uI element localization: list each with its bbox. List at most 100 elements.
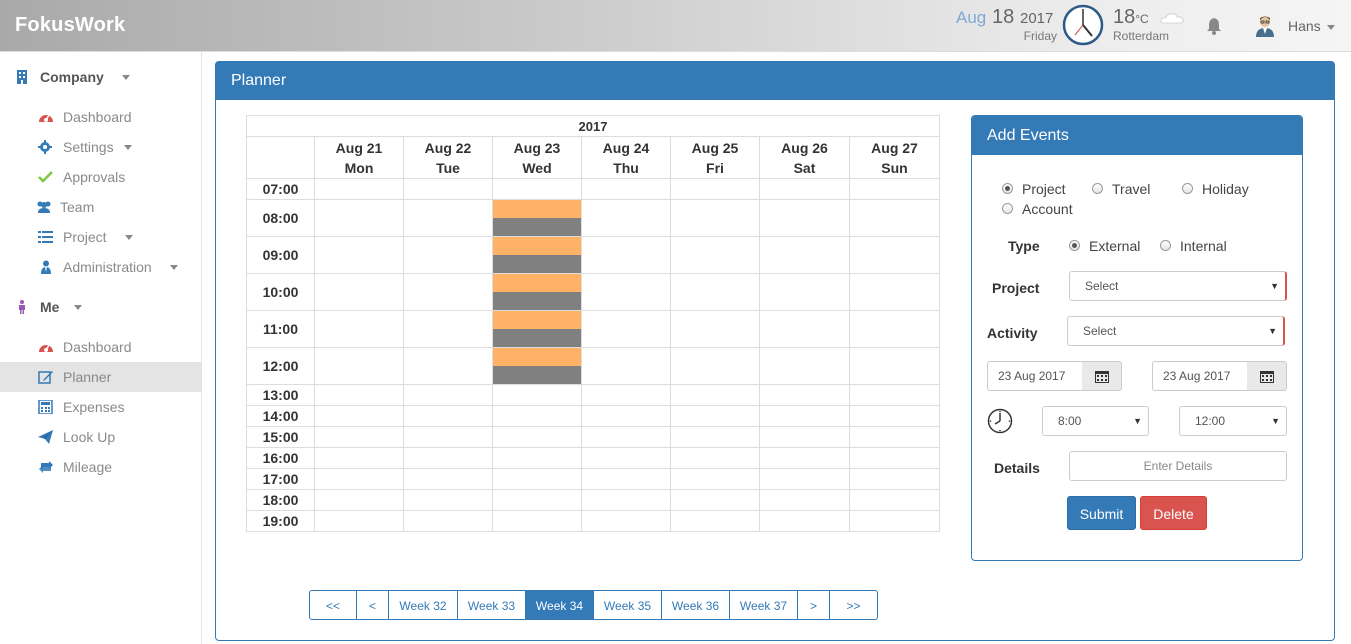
time-slot[interactable] bbox=[670, 199, 760, 237]
time-slot[interactable] bbox=[759, 384, 850, 406]
page-week-37[interactable]: Week 37 bbox=[729, 590, 798, 620]
time-slot[interactable] bbox=[759, 426, 850, 448]
time-slot[interactable] bbox=[314, 426, 404, 448]
time-slot[interactable] bbox=[492, 468, 582, 490]
time-slot[interactable] bbox=[670, 178, 760, 200]
user-menu[interactable]: Hans bbox=[1288, 18, 1335, 34]
time-slot[interactable] bbox=[849, 310, 940, 348]
page-first-button[interactable]: << bbox=[309, 590, 357, 620]
radio-project[interactable] bbox=[1002, 183, 1013, 194]
time-slot[interactable] bbox=[403, 347, 493, 385]
time-slot[interactable] bbox=[492, 426, 582, 448]
brand-logo[interactable]: FokusWork bbox=[15, 14, 125, 37]
time-slot[interactable] bbox=[581, 447, 671, 469]
time-slot[interactable] bbox=[492, 489, 582, 511]
time-slot[interactable] bbox=[849, 199, 940, 237]
time-slot[interactable] bbox=[492, 384, 582, 406]
time-slot[interactable] bbox=[759, 273, 850, 311]
page-next-button[interactable]: > bbox=[797, 590, 830, 620]
page-week-35[interactable]: Week 35 bbox=[593, 590, 662, 620]
page-week-34[interactable]: Week 34 bbox=[525, 590, 594, 620]
time-slot[interactable] bbox=[314, 178, 404, 200]
radio-account[interactable] bbox=[1002, 203, 1013, 214]
time-slot[interactable] bbox=[581, 199, 671, 237]
time-slot[interactable] bbox=[670, 426, 760, 448]
time-slot[interactable] bbox=[849, 426, 940, 448]
radio-external[interactable] bbox=[1069, 240, 1080, 251]
avatar[interactable] bbox=[1255, 15, 1275, 37]
time-slot[interactable] bbox=[759, 447, 850, 469]
time-slot[interactable] bbox=[581, 178, 671, 200]
time-slot[interactable] bbox=[403, 405, 493, 427]
time-slot[interactable] bbox=[403, 447, 493, 469]
time-slot[interactable] bbox=[670, 447, 760, 469]
time-slot[interactable] bbox=[314, 236, 404, 274]
sidebar-item-planner[interactable]: Planner bbox=[0, 362, 202, 392]
start-date-input[interactable]: 23 Aug 2017 bbox=[987, 361, 1083, 391]
time-slot[interactable] bbox=[759, 347, 850, 385]
time-slot[interactable] bbox=[849, 489, 940, 511]
time-slot[interactable] bbox=[403, 199, 493, 237]
time-slot[interactable] bbox=[314, 468, 404, 490]
event-block[interactable] bbox=[492, 236, 582, 274]
time-slot[interactable] bbox=[849, 510, 940, 532]
page-week-33[interactable]: Week 33 bbox=[457, 590, 526, 620]
event-segment[interactable] bbox=[493, 237, 581, 255]
sidebar-item-settings[interactable]: Settings bbox=[0, 132, 202, 162]
time-slot[interactable] bbox=[314, 447, 404, 469]
submit-button[interactable]: Submit bbox=[1067, 496, 1136, 530]
event-segment[interactable] bbox=[493, 348, 581, 366]
time-slot[interactable] bbox=[492, 447, 582, 469]
start-time-select[interactable]: 8:00 ▼ bbox=[1042, 406, 1149, 436]
sidebar-section-me[interactable]: Me bbox=[0, 292, 202, 322]
sidebar-item-approvals[interactable]: Approvals bbox=[0, 162, 202, 192]
sidebar-item-administration[interactable]: Administration bbox=[0, 252, 202, 282]
time-slot[interactable] bbox=[670, 384, 760, 406]
time-slot[interactable] bbox=[492, 405, 582, 427]
sidebar-item-project[interactable]: Project bbox=[0, 222, 202, 252]
time-slot[interactable] bbox=[581, 236, 671, 274]
delete-button[interactable]: Delete bbox=[1140, 496, 1207, 530]
time-slot[interactable] bbox=[581, 426, 671, 448]
radio-travel[interactable] bbox=[1092, 183, 1103, 194]
event-block[interactable] bbox=[492, 199, 582, 237]
time-slot[interactable] bbox=[670, 489, 760, 511]
project-select[interactable]: Select ▼ bbox=[1069, 271, 1287, 301]
time-slot[interactable] bbox=[670, 347, 760, 385]
time-slot[interactable] bbox=[492, 178, 582, 200]
activity-select[interactable]: Select ▼ bbox=[1067, 316, 1285, 346]
time-slot[interactable] bbox=[759, 178, 850, 200]
time-slot[interactable] bbox=[403, 384, 493, 406]
time-slot[interactable] bbox=[670, 273, 760, 311]
time-slot[interactable] bbox=[849, 178, 940, 200]
time-slot[interactable] bbox=[759, 310, 850, 348]
time-slot[interactable] bbox=[759, 405, 850, 427]
sidebar-section-company[interactable]: Company bbox=[0, 62, 202, 92]
sidebar-item-look-up[interactable]: Look Up bbox=[0, 422, 202, 452]
time-slot[interactable] bbox=[849, 447, 940, 469]
page-week-36[interactable]: Week 36 bbox=[661, 590, 730, 620]
time-slot[interactable] bbox=[670, 510, 760, 532]
time-slot[interactable] bbox=[403, 310, 493, 348]
time-slot[interactable] bbox=[581, 273, 671, 311]
event-segment[interactable] bbox=[493, 292, 581, 310]
event-segment[interactable] bbox=[493, 255, 581, 273]
page-last-button[interactable]: >> bbox=[829, 590, 878, 620]
sidebar-item-mileage[interactable]: Mileage bbox=[0, 452, 202, 482]
page-week-32[interactable]: Week 32 bbox=[388, 590, 458, 620]
sidebar-item-me-dashboard[interactable]: Dashboard bbox=[0, 332, 202, 362]
time-slot[interactable] bbox=[849, 236, 940, 274]
time-slot[interactable] bbox=[581, 405, 671, 427]
time-slot[interactable] bbox=[403, 236, 493, 274]
time-slot[interactable] bbox=[849, 468, 940, 490]
end-date-calendar-button[interactable] bbox=[1247, 361, 1287, 391]
time-slot[interactable] bbox=[314, 510, 404, 532]
time-slot[interactable] bbox=[403, 489, 493, 511]
time-slot[interactable] bbox=[759, 236, 850, 274]
time-slot[interactable] bbox=[492, 510, 582, 532]
time-slot[interactable] bbox=[759, 199, 850, 237]
time-slot[interactable] bbox=[670, 468, 760, 490]
event-block[interactable] bbox=[492, 273, 582, 311]
time-slot[interactable] bbox=[314, 310, 404, 348]
time-slot[interactable] bbox=[314, 405, 404, 427]
